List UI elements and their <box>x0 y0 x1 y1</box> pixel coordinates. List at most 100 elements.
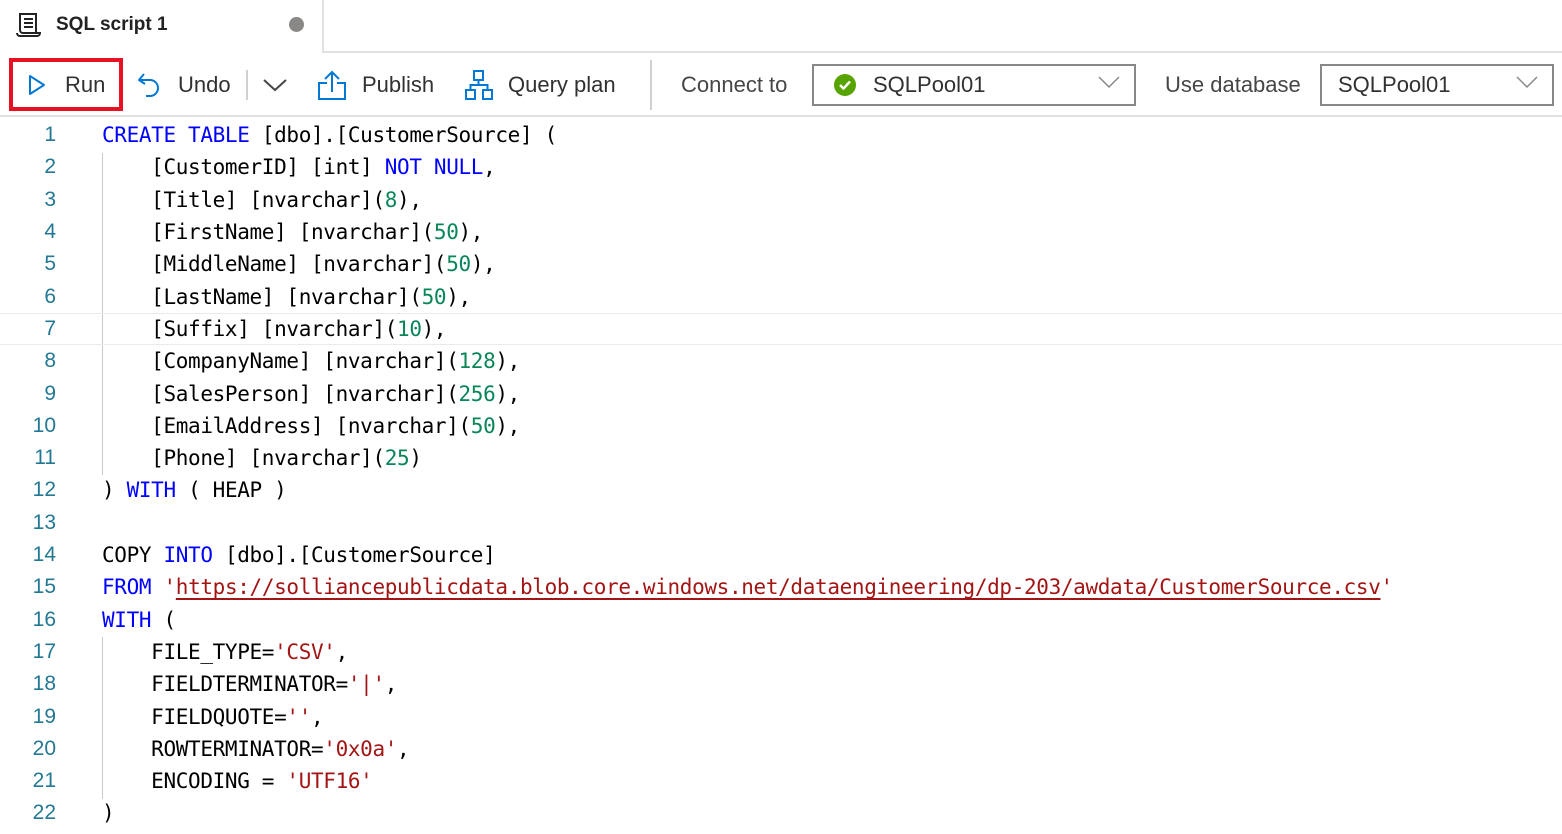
undo-icon <box>138 73 159 97</box>
code-token: ( HEAP ) <box>175 478 287 503</box>
code-line[interactable]: 5 [MiddleName] [nvarchar](50), <box>0 248 1562 280</box>
code-token: [EmailAddress] [nvarchar]( <box>102 413 471 438</box>
line-number: 11 <box>34 446 56 470</box>
code-token: 256 <box>458 381 496 406</box>
code-line[interactable]: 21 ENCODING = 'UTF16' <box>0 765 1562 797</box>
code-token: WITH <box>126 478 177 503</box>
code-token: INTO <box>163 543 213 568</box>
code-line[interactable]: 17 FILE_TYPE='CSV', <box>0 636 1562 668</box>
run-button[interactable]: Run <box>9 58 123 111</box>
code-line[interactable]: 1 CREATE TABLE [dbo].[CustomerSource] ( <box>0 119 1562 151</box>
code-line[interactable]: 12 ) WITH ( HEAP ) <box>0 474 1562 506</box>
line-number: 12 <box>32 478 56 502</box>
code-token: CREATE TABLE <box>102 123 250 148</box>
code-token: NOT NULL <box>384 155 484 180</box>
code-line[interactable]: 10 [EmailAddress] [nvarchar](50), <box>0 410 1562 442</box>
code-token: 128 <box>458 349 496 374</box>
code-line[interactable]: 16 WITH ( <box>0 604 1562 636</box>
toolbar-divider <box>246 70 248 100</box>
code-line[interactable]: 9 [SalesPerson] [nvarchar](256), <box>0 377 1562 409</box>
code-token: 50 <box>433 220 459 245</box>
code-line[interactable]: 22) <box>0 797 1562 829</box>
line-number: 14 <box>32 543 56 567</box>
code-token: ), <box>495 349 520 374</box>
code-line[interactable]: 8 [CompanyName] [nvarchar](128), <box>0 345 1562 377</box>
code-line[interactable]: 11 [Phone] [nvarchar](25) <box>0 442 1562 474</box>
code-line[interactable]: 20 ROWTERMINATOR='0x0a', <box>0 733 1562 765</box>
code-token: '|' <box>347 672 385 697</box>
undo-dropdown-button[interactable] <box>262 53 288 117</box>
code-token: WITH <box>102 607 152 632</box>
code-token: [MiddleName] [nvarchar]( <box>102 252 447 277</box>
code-token: COPY <box>102 543 164 568</box>
query-plan-button[interactable]: Query plan <box>464 53 616 117</box>
line-number: 2 <box>44 155 56 179</box>
code-token: ' <box>1380 575 1394 600</box>
code-text: CREATE TABLE [dbo].[CustomerSource] ( <box>102 123 557 147</box>
sql-code-editor[interactable]: 1 CREATE TABLE [dbo].[CustomerSource] (2 … <box>0 119 1562 834</box>
code-token: FILE_TYPE= <box>102 639 275 664</box>
use-database-label: Use database <box>1165 72 1301 97</box>
connect-to-dropdown[interactable]: SQLPool01 <box>812 64 1136 106</box>
code-token: , <box>335 639 349 664</box>
code-text: FIELDQUOTE='', <box>102 705 323 729</box>
code-token: ), <box>421 316 447 341</box>
line-number: 9 <box>44 381 56 405</box>
play-icon <box>29 74 45 95</box>
tab-bar-empty-area <box>322 0 1562 53</box>
code-token: [FirstName] [nvarchar]( <box>102 220 434 245</box>
code-token: 'CSV' <box>274 639 336 664</box>
code-token: ' <box>163 575 176 600</box>
code-token: ) <box>409 446 422 471</box>
code-line[interactable]: 4 [FirstName] [nvarchar](50), <box>0 216 1562 248</box>
undo-label: Undo <box>178 72 231 97</box>
code-token: 'UTF16' <box>286 769 373 794</box>
code-token: ), <box>397 187 422 212</box>
code-token: ( <box>151 607 176 632</box>
line-number: 4 <box>44 220 56 244</box>
code-line[interactable]: 3 [Title] [nvarchar](8), <box>0 184 1562 216</box>
code-token: 10 <box>397 316 422 341</box>
code-token: [Suffix] [nvarchar]( <box>102 316 398 341</box>
tab-sql-script-1[interactable]: SQL script 1 <box>0 0 322 53</box>
code-line[interactable]: 18 FIELDTERMINATOR='|', <box>0 668 1562 700</box>
unsaved-dot-icon[interactable] <box>289 17 304 32</box>
use-database-dropdown[interactable]: SQLPool01 <box>1320 64 1554 106</box>
code-text: [EmailAddress] [nvarchar](50), <box>102 414 520 438</box>
code-token: [dbo].[CustomerSource] ( <box>249 123 557 148</box>
publish-button[interactable]: Publish <box>316 53 434 117</box>
code-line[interactable]: 13 <box>0 507 1562 539</box>
code-token: '0x0a' <box>323 736 398 761</box>
code-line[interactable]: 2 [CustomerID] [int] NOT NULL, <box>0 151 1562 183</box>
code-token: [Title] [nvarchar]( <box>102 187 385 212</box>
code-token: , <box>397 736 410 761</box>
line-number: 18 <box>32 672 56 696</box>
code-text: ) <box>102 801 115 826</box>
code-token: 8 <box>384 187 398 212</box>
code-line[interactable]: 19 FIELDQUOTE='', <box>0 700 1562 732</box>
publish-icon <box>318 70 346 100</box>
code-line[interactable]: 7 [Suffix] [nvarchar](10), <box>0 312 1562 346</box>
code-token: [LastName] [nvarchar]( <box>102 284 422 309</box>
code-text: ) WITH ( HEAP ) <box>102 478 287 503</box>
code-text: [LastName] [nvarchar](50), <box>102 285 471 309</box>
code-token: [dbo].[CustomerSource] <box>212 543 496 568</box>
code-token: ), <box>495 381 520 406</box>
use-database-value: SQLPool01 <box>1338 72 1451 97</box>
code-line[interactable]: 15 FROM 'https://solliancepublicdata.blob… <box>0 571 1562 603</box>
code-text: ROWTERMINATOR='0x0a', <box>102 736 410 761</box>
url-link[interactable]: https://solliancepublicdata.blob.core.wi… <box>176 575 1381 599</box>
code-token: [CustomerID] [int] <box>102 155 385 180</box>
line-number: 6 <box>44 284 56 308</box>
line-number: 17 <box>32 639 56 663</box>
code-line[interactable]: 6 [LastName] [nvarchar](50), <box>0 281 1562 313</box>
code-line[interactable]: 14 COPY INTO [dbo].[CustomerSource] <box>0 539 1562 571</box>
undo-button[interactable]: Undo <box>136 53 231 117</box>
toolbar: Run Undo Publish Query plan Connect to S… <box>0 53 1562 117</box>
code-token: FROM <box>102 575 152 600</box>
code-text: ENCODING = 'UTF16' <box>102 769 373 794</box>
code-text: [Suffix] [nvarchar](10), <box>102 317 446 341</box>
code-text: FILE_TYPE='CSV', <box>102 640 348 664</box>
tab-bar: SQL script 1 <box>0 0 1562 53</box>
code-token: ) <box>102 801 115 826</box>
